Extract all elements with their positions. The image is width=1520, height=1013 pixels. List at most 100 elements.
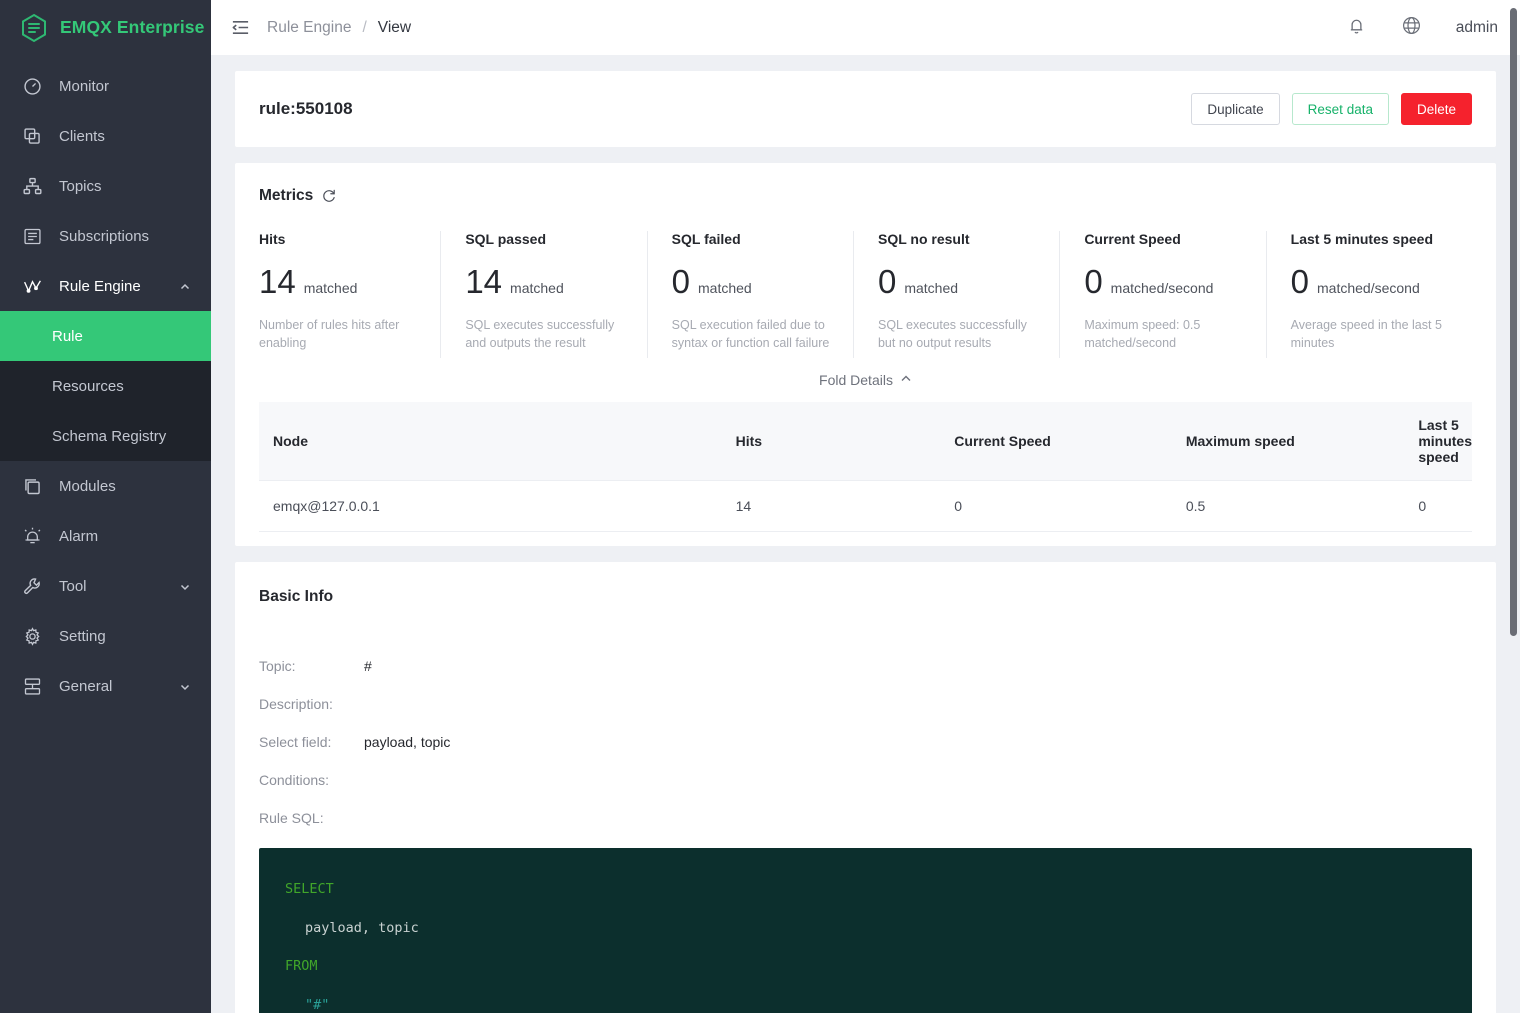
sql-line-select: SELECT (285, 870, 1446, 908)
sidebar-item-label: Tool (59, 578, 87, 595)
vertical-scrollbar-thumb[interactable] (1510, 8, 1517, 636)
emqx-hexagon-logo-icon (18, 12, 50, 44)
chevron-down-icon[interactable] (179, 580, 191, 592)
brand-name: EMQX Enterprise (60, 17, 204, 38)
metric-current-speed: Current Speed 0 matched/second Maximum s… (1060, 231, 1266, 358)
metric-label: Hits (259, 231, 418, 247)
alarm-icon (22, 526, 43, 547)
metrics-card: Metrics Hits 14 (235, 163, 1496, 546)
cell-maximum-speed: 0.5 (1172, 481, 1404, 532)
breadcrumb-parent[interactable]: Rule Engine (267, 19, 351, 37)
metric-unit: matched/second (1111, 280, 1214, 296)
metric-sql-passed: SQL passed 14 matched SQL executes succe… (441, 231, 647, 358)
sidebar-item-label: Monitor (59, 78, 109, 95)
topbar-actions: admin (1346, 15, 1498, 41)
sidebar-item-monitor[interactable]: Monitor (0, 61, 211, 111)
globe-icon[interactable] (1401, 15, 1422, 41)
info-row-topic: Topic: # (259, 658, 1472, 674)
info-label: Conditions: (259, 772, 364, 788)
basic-info-title: Basic Info (259, 588, 1472, 606)
cell-node: emqx@127.0.0.1 (259, 481, 722, 532)
brand[interactable]: EMQX Enterprise (0, 0, 211, 55)
metric-value-group: 0 matched (672, 265, 831, 298)
cell-last-5-minutes-speed: 0 (1404, 481, 1472, 532)
sitemap-icon (22, 176, 43, 197)
list-icon (22, 226, 43, 247)
metric-cards-row: Hits 14 matched Number of rules hits aft… (259, 231, 1472, 358)
metric-label: Last 5 minutes speed (1291, 231, 1450, 247)
user-menu[interactable]: admin (1456, 19, 1498, 37)
table-body: emqx@127.0.0.1 14 0 0.5 0 (259, 481, 1472, 532)
sidebar-item-schema-registry[interactable]: Schema Registry (0, 411, 211, 461)
breadcrumb-separator: / (362, 19, 366, 37)
sidebar-item-label: Topics (59, 178, 102, 195)
sidebar-item-general[interactable]: General (0, 661, 211, 711)
chevron-down-icon[interactable] (179, 680, 191, 692)
sidebar-item-rule-engine[interactable]: Rule Engine (0, 261, 211, 311)
sidebar-item-clients[interactable]: Clients (0, 111, 211, 161)
duplicate-button[interactable]: Duplicate (1191, 93, 1279, 125)
refresh-icon[interactable] (321, 188, 337, 204)
menu-collapse-icon[interactable] (227, 15, 253, 41)
sidebar: EMQX Enterprise Monitor Clients (0, 0, 211, 1013)
metrics-header: Metrics (259, 187, 1472, 205)
metric-description: SQL execution failed due to syntax or fu… (672, 316, 831, 352)
sidebar-item-modules[interactable]: Modules (0, 461, 211, 511)
metric-label: SQL no result (878, 231, 1037, 247)
cell-current-speed: 0 (940, 481, 1172, 532)
metric-value: 0 (672, 265, 690, 298)
sql-line-topic: "#" (285, 986, 1446, 1013)
metric-description: SQL executes successfully and outputs th… (465, 316, 624, 352)
metric-value-group: 14 matched (465, 265, 624, 298)
info-value: payload, topic (364, 734, 450, 750)
sidebar-subitem-label: Schema Registry (52, 428, 166, 445)
info-value: # (364, 658, 372, 674)
sidebar-subitem-label: Resources (52, 378, 124, 395)
metric-unit: matched (698, 280, 752, 296)
sidebar-item-tool[interactable]: Tool (0, 561, 211, 611)
info-label: Select field: (259, 734, 364, 750)
fold-details-toggle[interactable]: Fold Details (259, 358, 1472, 402)
rule-engine-submenu: Rule Resources Schema Registry (0, 311, 211, 461)
sidebar-item-label: Rule Engine (59, 278, 141, 295)
sidebar-item-rule[interactable]: Rule (0, 311, 211, 361)
sql-line-fields: payload, topic (285, 909, 1446, 947)
sidebar-item-setting[interactable]: Setting (0, 611, 211, 661)
sidebar-item-label: Alarm (59, 528, 98, 545)
info-row-description: Description: (259, 696, 1472, 712)
metric-sql-failed: SQL failed 0 matched SQL execution faile… (648, 231, 854, 358)
metric-description: Average speed in the last 5 minutes (1291, 316, 1450, 352)
metric-value: 14 (259, 265, 296, 298)
topbar: Rule Engine / View (211, 0, 1520, 55)
metrics-title: Metrics (259, 187, 313, 205)
sidebar-item-resources[interactable]: Resources (0, 361, 211, 411)
reset-data-button[interactable]: Reset data (1292, 93, 1389, 125)
modules-icon (22, 476, 43, 497)
sidebar-item-subscriptions[interactable]: Subscriptions (0, 211, 211, 261)
chevron-up-icon[interactable] (179, 280, 191, 292)
fold-details-label: Fold Details (819, 372, 893, 388)
info-row-rule-sql: Rule SQL: (259, 810, 1472, 826)
sidebar-subitem-label: Rule (52, 328, 83, 345)
page-title: rule:550108 (259, 99, 353, 119)
column-header-last-5-minutes-speed: Last 5 minutes speed (1404, 402, 1472, 481)
server-icon (22, 676, 43, 697)
info-label: Rule SQL: (259, 810, 364, 826)
metric-label: Current Speed (1084, 231, 1243, 247)
sidebar-item-alarm[interactable]: Alarm (0, 511, 211, 561)
metric-value-group: 14 matched (259, 265, 418, 298)
metric-value-group: 0 matched/second (1084, 265, 1243, 298)
page-scroll-container: rule:550108 Duplicate Reset data Delete … (211, 55, 1520, 1013)
delete-button[interactable]: Delete (1401, 93, 1472, 125)
bell-icon[interactable] (1346, 15, 1367, 41)
metric-value-group: 0 matched (878, 265, 1037, 298)
column-header-node: Node (259, 402, 722, 481)
metric-last-5-minutes-speed: Last 5 minutes speed 0 matched/second Av… (1267, 231, 1472, 358)
info-row-conditions: Conditions: (259, 772, 1472, 788)
sidebar-item-topics[interactable]: Topics (0, 161, 211, 211)
info-label: Topic: (259, 658, 364, 674)
gear-icon (22, 626, 43, 647)
column-header-hits: Hits (722, 402, 941, 481)
metrics-body: Metrics Hits 14 (235, 163, 1496, 546)
table-header-row: Node Hits Current Speed Maximum speed La… (259, 402, 1472, 481)
